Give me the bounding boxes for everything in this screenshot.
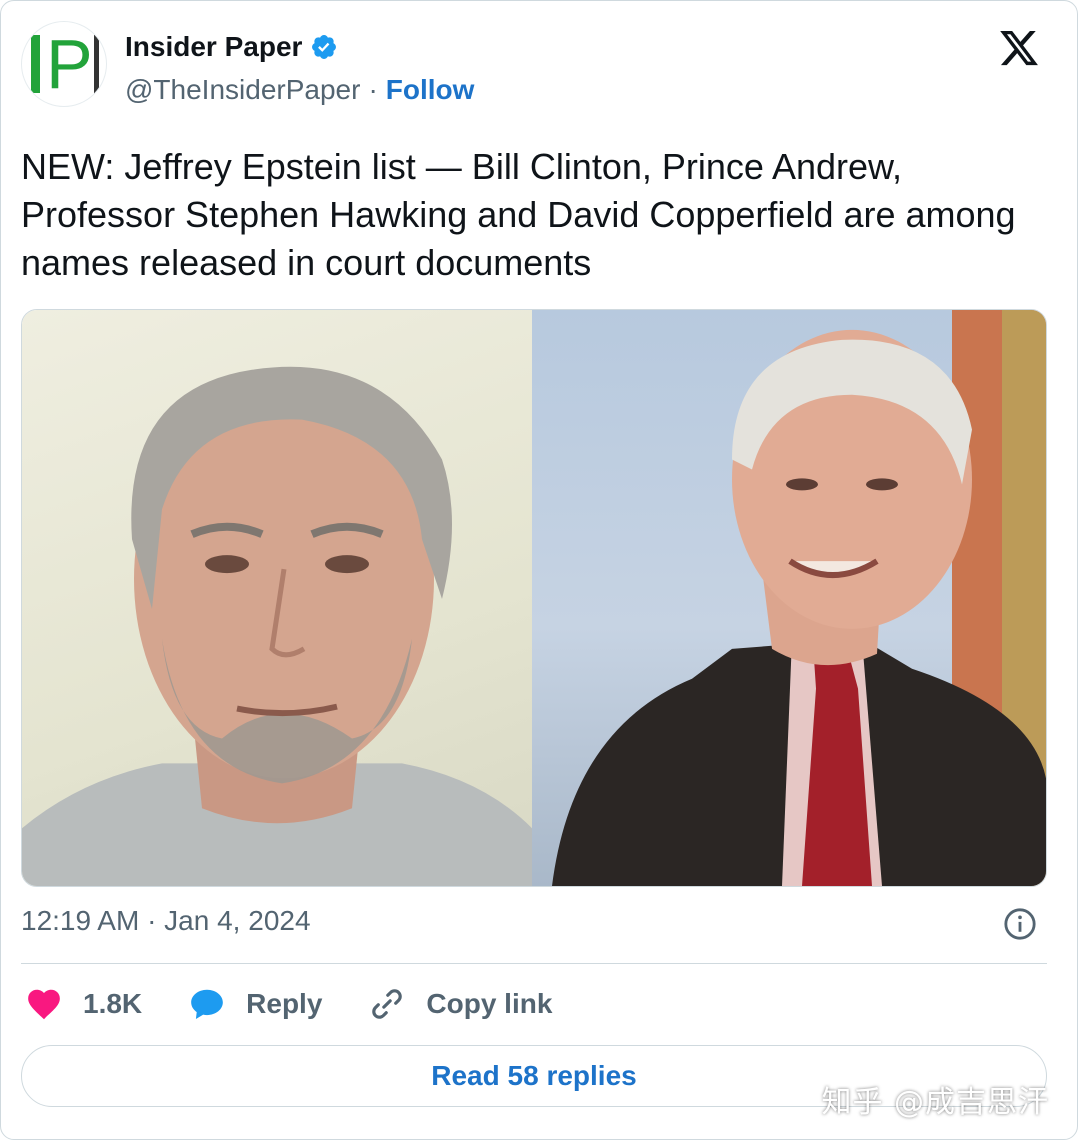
copy-link-button[interactable]: Copy link [368,985,552,1023]
author-handle[interactable]: @TheInsiderPaper [125,74,360,106]
heart-icon [28,989,60,1020]
portrait-man-gray-hair [22,366,532,886]
link-icon [372,989,403,1019]
tweet-embed-card: P Insider Paper @TheInsiderPaper · Follo… [0,0,1078,1140]
divider [21,963,1047,964]
photo-right-portrait [532,310,1046,886]
tweet-actions: 1.8K Reply Copy link [25,985,598,1023]
portrait-man-suit-red-tie [552,310,1046,886]
speech-bubble-icon [191,989,223,1020]
separator-dot: · [368,74,378,105]
author-display-name[interactable]: Insider Paper [125,31,302,63]
info-icon[interactable] [1003,907,1037,941]
insider-paper-logo: P [27,29,101,99]
tweet-media[interactable] [21,309,1047,887]
follow-button[interactable]: Follow [386,74,475,106]
tweet-text: NEW: Jeffrey Epstein list — Bill Clinton… [21,146,1016,283]
reply-button[interactable]: Reply [188,985,322,1023]
like-button[interactable]: 1.8K [25,985,142,1023]
author-avatar[interactable]: P [21,21,107,107]
author-handle-row: @TheInsiderPaper · Follow [125,74,474,106]
x-logo-icon[interactable] [997,27,1041,69]
photo-left-portrait [22,310,532,886]
verified-badge-icon [312,35,337,59]
like-count: 1.8K [83,988,143,1019]
copy-link-label: Copy link [426,988,553,1019]
author-name-row: Insider Paper [125,31,338,63]
reply-label: Reply [246,988,323,1019]
tweet-timestamp[interactable]: 12:19 AM · Jan 4, 2024 [21,905,311,937]
watermark-text: 知乎 @成吉思汗 [821,1085,1049,1120]
